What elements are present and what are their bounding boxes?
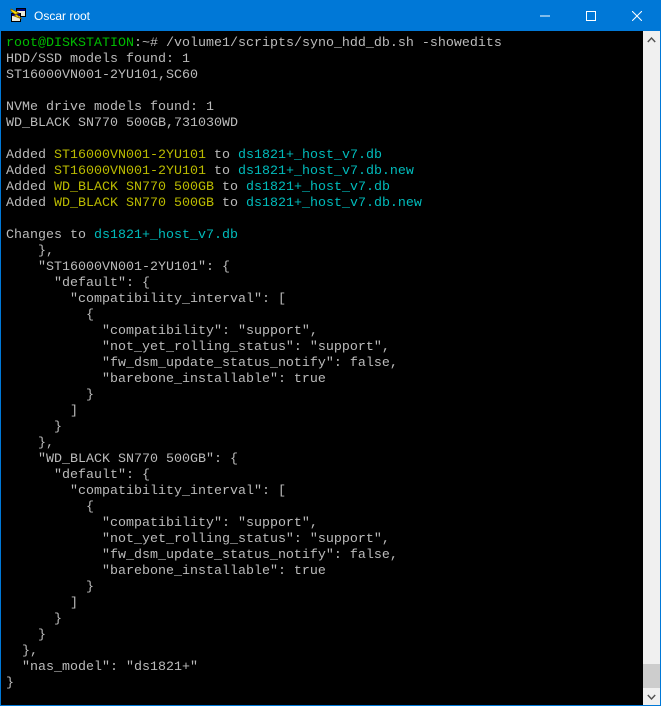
terminal-line: }, (6, 244, 643, 260)
window-title: Oscar root (34, 1, 522, 31)
terminal-line: "compatibility": "support", (6, 324, 643, 340)
terminal-line: "WD_BLACK SN770 500GB": { (6, 452, 643, 468)
terminal-line: "compatibility": "support", (6, 516, 643, 532)
terminal-line: NVMe drive models found: 1 (6, 100, 643, 116)
window-titlebar[interactable]: Oscar root (1, 1, 660, 31)
terminal-line: ] (6, 596, 643, 612)
terminal-line: "not_yet_rolling_status": "support", (6, 340, 643, 356)
terminal-line: ] (6, 404, 643, 420)
terminal-line: "default": { (6, 468, 643, 484)
terminal-line: } (6, 420, 643, 436)
terminal-line: "default": { (6, 276, 643, 292)
terminal-line: Added ST16000VN001-2YU101 to ds1821+_hos… (6, 164, 643, 180)
terminal-line: "fw_dsm_update_status_notify": false, (6, 356, 643, 372)
terminal-line: WD_BLACK SN770 500GB,731030WD (6, 116, 643, 132)
terminal-line: "not_yet_rolling_status": "support", (6, 532, 643, 548)
terminal-line: }, (6, 436, 643, 452)
terminal-line: Added WD_BLACK SN770 500GB to ds1821+_ho… (6, 180, 643, 196)
terminal-line: { (6, 308, 643, 324)
terminal-line (6, 132, 643, 148)
terminal-line: "barebone_installable": true (6, 564, 643, 580)
scrollbar-thumb[interactable] (643, 664, 660, 689)
terminal-line: } (6, 676, 643, 692)
terminal-line: ST16000VN001-2YU101,SC60 (6, 68, 643, 84)
scrollbar[interactable] (643, 31, 660, 705)
terminal-line: Added ST16000VN001-2YU101 to ds1821+_hos… (6, 148, 643, 164)
terminal-output[interactable]: root@DISKSTATION:~# /volume1/scripts/syn… (1, 31, 643, 705)
terminal-line: "ST16000VN001-2YU101": { (6, 260, 643, 276)
terminal-line: } (6, 612, 643, 628)
maximize-button[interactable] (568, 1, 614, 31)
putty-app-icon[interactable] (10, 8, 26, 24)
terminal-line: }, (6, 644, 643, 660)
terminal-line: "fw_dsm_update_status_notify": false, (6, 548, 643, 564)
terminal-line: root@DISKSTATION:~# /volume1/scripts/syn… (6, 36, 643, 52)
terminal-line: HDD/SSD models found: 1 (6, 52, 643, 68)
terminal-line: } (6, 388, 643, 404)
terminal-area: root@DISKSTATION:~# /volume1/scripts/syn… (1, 31, 660, 705)
terminal-line: Changes to ds1821+_host_v7.db (6, 228, 643, 244)
minimize-button[interactable] (522, 1, 568, 31)
scroll-up-icon[interactable] (643, 31, 660, 48)
terminal-line: "nas_model": "ds1821+" (6, 660, 643, 676)
terminal-line: { (6, 500, 643, 516)
terminal-line: "compatibility_interval": [ (6, 484, 643, 500)
terminal-line: Added WD_BLACK SN770 500GB to ds1821+_ho… (6, 196, 643, 212)
window-controls (522, 1, 660, 31)
close-button[interactable] (614, 1, 660, 31)
terminal-line (6, 212, 643, 228)
terminal-line: } (6, 628, 643, 644)
terminal-line (6, 84, 643, 100)
terminal-line: } (6, 580, 643, 596)
putty-window: Oscar root root@DISKSTATION:~# /volume1/… (0, 0, 661, 706)
terminal-line: "barebone_installable": true (6, 372, 643, 388)
terminal-line: "compatibility_interval": [ (6, 292, 643, 308)
scroll-down-icon[interactable] (643, 688, 660, 705)
